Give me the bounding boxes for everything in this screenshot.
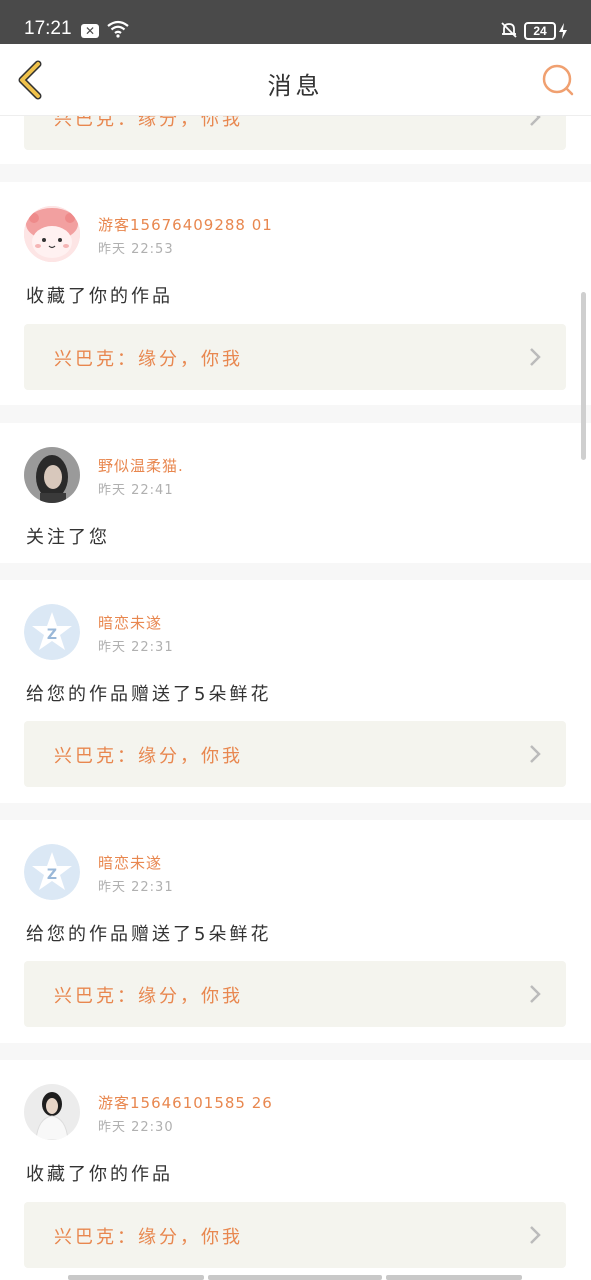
username[interactable]: 游客15646101585 26 (98, 1092, 273, 1113)
timestamp: 昨天 22:31 (98, 640, 174, 655)
message-card: 游客15676409288 01 昨天 22:53 收藏了你的作品 兴巴克：缘分… (0, 182, 591, 405)
chevron-right-icon (530, 116, 541, 126)
scrollbar[interactable] (581, 292, 586, 460)
work-link[interactable]: 兴巴克：缘分，你我 (24, 1202, 566, 1268)
action-text: 给您的作品赠送了5朵鲜花 (26, 684, 272, 705)
bottom-nav-indicator (68, 1275, 522, 1280)
timestamp: 昨天 22:53 (98, 242, 174, 257)
username[interactable]: 暗恋未遂 (98, 612, 162, 633)
work-link[interactable]: 兴巴克：缘分，你我 (24, 324, 566, 390)
timestamp: 昨天 22:30 (98, 1120, 174, 1135)
wifi-icon (107, 20, 129, 38)
action-text: 收藏了你的作品 (26, 1164, 173, 1185)
charging-icon (559, 23, 567, 39)
message-card: 游客15646101585 26 昨天 22:30 收藏了你的作品 兴巴克：缘分… (0, 1060, 591, 1280)
message-card: Z 暗恋未遂 昨天 22:31 给您的作品赠送了5朵鲜花 兴巴克：缘分，你我 (0, 580, 591, 803)
chevron-right-icon (530, 348, 541, 366)
username[interactable]: 暗恋未遂 (98, 852, 162, 873)
avatar[interactable] (24, 206, 80, 262)
message-list[interactable]: 兴巴克：缘分，你我 游客15676409288 01 昨天 22:53 收藏了你… (0, 116, 591, 1280)
girl-photo-avatar-icon (24, 447, 80, 503)
timestamp: 昨天 22:41 (98, 483, 174, 498)
work-link[interactable]: 兴巴克：缘分，你我 (24, 116, 566, 150)
timestamp: 昨天 22:31 (98, 880, 174, 895)
header-bar: 消息 (0, 44, 591, 116)
page-title: 消息 (267, 72, 324, 100)
work-link[interactable]: 兴巴克：缘分，你我 (24, 961, 566, 1027)
work-title: 兴巴克：缘分，你我 (54, 746, 243, 767)
message-card: Z 暗恋未遂 昨天 22:31 给您的作品赠送了5朵鲜花 兴巴克：缘分，你我 (0, 820, 591, 1043)
work-title: 兴巴克：缘分，你我 (54, 1227, 243, 1248)
bell-off-icon (501, 22, 517, 38)
avatar[interactable] (24, 447, 80, 503)
svg-text:Z: Z (47, 867, 57, 883)
svg-text:Z: Z (47, 627, 57, 643)
action-text: 收藏了你的作品 (26, 286, 173, 307)
avatar[interactable]: Z (24, 604, 80, 660)
nav-bar-segment (68, 1275, 204, 1280)
notification-x-icon: ✕ (81, 24, 99, 38)
status-time: 17:21 (24, 18, 72, 39)
message-card-partial: 兴巴克：缘分，你我 (0, 116, 591, 164)
qq-star-avatar-icon: Z (24, 604, 80, 660)
search-icon[interactable] (540, 62, 576, 98)
chevron-right-icon (530, 745, 541, 763)
pink-cartoon-avatar-icon (24, 206, 80, 262)
message-card: 野似温柔猫. 昨天 22:41 关注了您 (0, 423, 591, 563)
username[interactable]: 野似温柔猫. (98, 455, 184, 476)
battery-indicator: 24 (524, 22, 556, 40)
qq-star-avatar-icon: Z (24, 844, 80, 900)
username[interactable]: 游客15676409288 01 (98, 214, 273, 235)
chevron-right-icon (530, 985, 541, 1003)
nav-bar-segment (386, 1275, 522, 1280)
work-title: 兴巴克：缘分，你我 (54, 986, 243, 1007)
woman-photo-avatar-icon (24, 1084, 80, 1140)
avatar[interactable] (24, 1084, 80, 1140)
work-link[interactable]: 兴巴克：缘分，你我 (24, 721, 566, 787)
avatar[interactable]: Z (24, 844, 80, 900)
nav-bar-segment (208, 1275, 382, 1280)
work-title: 兴巴克：缘分，你我 (54, 116, 243, 130)
action-text: 给您的作品赠送了5朵鲜花 (26, 924, 272, 945)
action-text: 关注了您 (26, 527, 110, 548)
chevron-right-icon (530, 1226, 541, 1244)
work-title: 兴巴克：缘分，你我 (54, 349, 243, 370)
status-bar: 17:21 ✕ 24 (0, 0, 591, 44)
